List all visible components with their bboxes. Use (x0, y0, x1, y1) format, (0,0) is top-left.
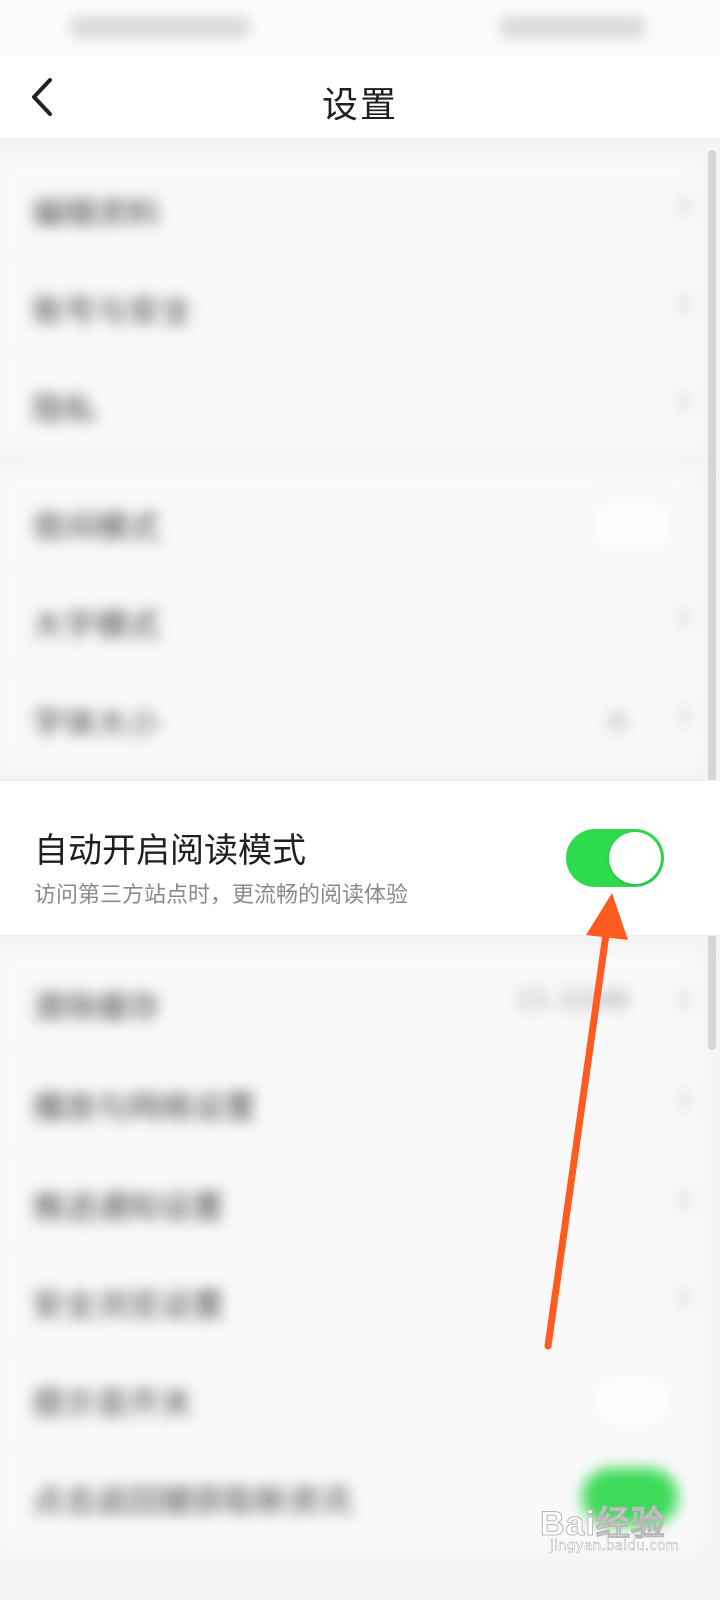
chevron-right-icon (677, 987, 692, 1013)
nav-bar: 设置 (0, 56, 720, 139)
settings-row-label: 账号与安全 (32, 292, 193, 330)
settings-row[interactable]: 清除缓存 15.32MB (0, 952, 700, 1051)
chevron-right-icon (677, 605, 692, 631)
settings-row-label: 编辑资料 (32, 194, 161, 232)
settings-row[interactable]: 夜间模式 (0, 472, 700, 571)
settings-group-general: 清除缓存 15.32MB 播放与网络设置 推送通知设置 安全浏览设置 提示音开关… (0, 952, 700, 1552)
baidu-jingyan-watermark: Bai经验 jingyan.baidu.com (540, 1486, 710, 1556)
status-bar (0, 0, 720, 56)
settings-row-label: 夜间模式 (32, 508, 161, 546)
reader-mode-row[interactable]: 自动开启阅读模式 访问第三方站点时，更流畅的阅读体验 (0, 780, 720, 936)
status-left-blur (70, 16, 250, 38)
settings-row-label: 点击返回键获取新资讯 (32, 1482, 353, 1520)
settings-row-label: 安全浏览设置 (32, 1286, 225, 1324)
settings-row[interactable]: 隐私 (0, 354, 700, 453)
settings-row[interactable]: 安全浏览设置 (0, 1250, 700, 1349)
chevron-right-icon (677, 389, 692, 415)
chevron-right-icon (677, 1087, 692, 1113)
settings-row-label: 清除缓存 (32, 988, 161, 1026)
watermark-url-text: jingyan.baidu.com (550, 1538, 680, 1554)
sound-toggle[interactable] (586, 1370, 678, 1432)
settings-row-value: 15.32MB (515, 986, 630, 1016)
reader-mode-toggle[interactable] (566, 829, 664, 887)
settings-row-label: 隐私 (32, 390, 97, 428)
settings-row[interactable]: 提示音开关 (0, 1348, 700, 1447)
settings-row-label: 推送通知设置 (32, 1188, 225, 1226)
page-title: 设置 (321, 85, 398, 126)
settings-row-label: 提示音开关 (32, 1384, 193, 1422)
reader-mode-subtitle: 访问第三方站点时，更流畅的阅读体验 (34, 883, 409, 908)
settings-row[interactable]: 字体大小 大 (0, 668, 700, 767)
chevron-right-icon (677, 703, 692, 729)
chevron-right-icon (677, 291, 692, 317)
settings-row[interactable]: 大字模式 (0, 570, 700, 669)
settings-row[interactable]: 账号与安全 (0, 256, 700, 355)
settings-group-display: 夜间模式 大字模式 字体大小 大 (0, 472, 700, 767)
chevron-right-icon (677, 1187, 692, 1213)
settings-group-account: 编辑资料 账号与安全 隐私 (0, 158, 700, 453)
settings-row-label: 播放与网络设置 (32, 1088, 257, 1126)
reader-mode-title: 自动开启阅读模式 (34, 831, 306, 871)
settings-row[interactable]: 播放与网络设置 (0, 1052, 700, 1151)
chevron-right-icon (677, 1285, 692, 1311)
night-mode-toggle[interactable] (586, 494, 678, 556)
settings-row[interactable]: 编辑资料 (0, 158, 700, 257)
settings-row-value: 大 (603, 708, 630, 738)
status-right-blur (500, 16, 645, 38)
settings-row[interactable]: 推送通知设置 (0, 1152, 700, 1251)
settings-row-label: 字体大小 (32, 704, 161, 742)
chevron-right-icon (677, 193, 692, 219)
settings-row-label: 大字模式 (32, 606, 161, 644)
toggle-knob (609, 832, 661, 884)
